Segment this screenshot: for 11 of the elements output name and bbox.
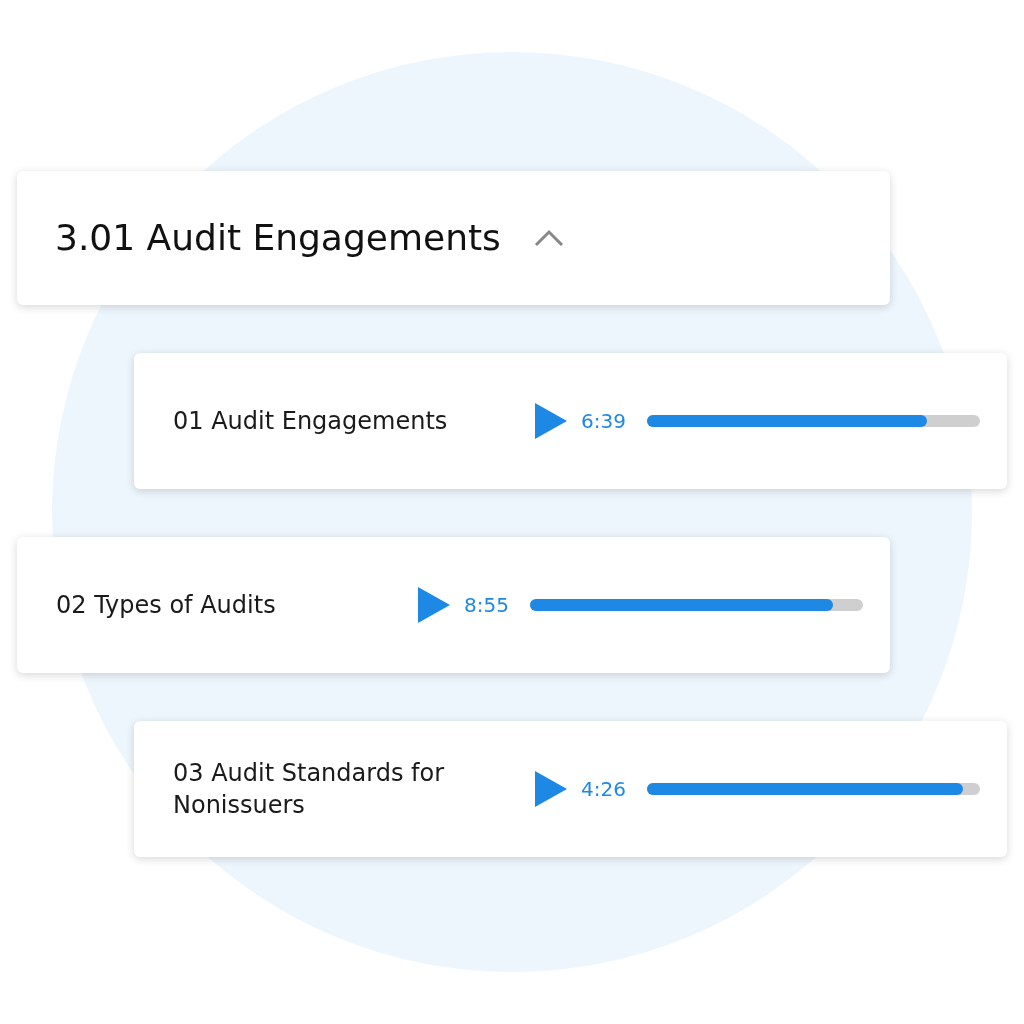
- play-icon[interactable]: [535, 403, 567, 439]
- duration-text: 8:55: [464, 592, 510, 619]
- lesson-title: 03 Audit Standards for Nonissuers: [173, 757, 446, 821]
- section-title: 3.01 Audit Engagements: [55, 216, 501, 260]
- play-icon[interactable]: [418, 587, 450, 623]
- play-icon[interactable]: [535, 771, 567, 807]
- duration-text: 6:39: [581, 408, 627, 435]
- duration-text: 4:26: [581, 776, 627, 803]
- lesson-title: 01 Audit Engagements: [173, 405, 449, 437]
- lesson-title: 02 Types of Audits: [56, 589, 277, 621]
- section-header-card[interactable]: 3.01 Audit Engagements: [17, 171, 890, 305]
